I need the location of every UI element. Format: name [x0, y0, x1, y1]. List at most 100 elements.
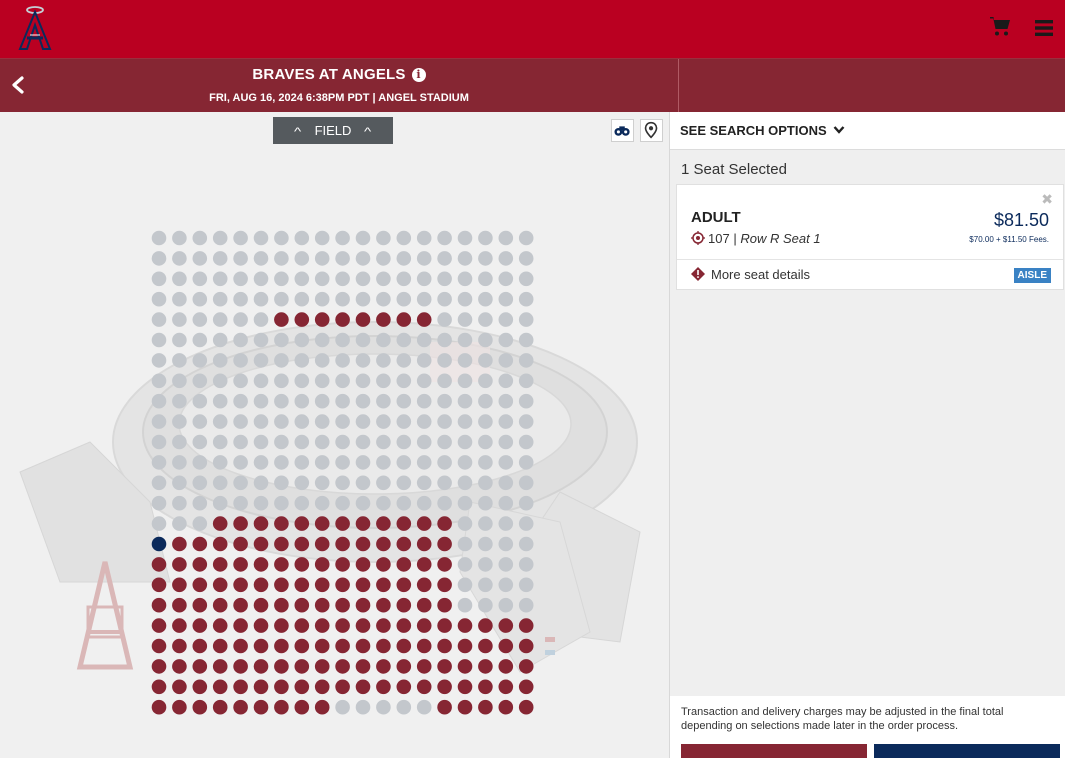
- seat-available[interactable]: [498, 699, 514, 715]
- seat-available[interactable]: [457, 638, 473, 654]
- seat-available[interactable]: [376, 557, 391, 572]
- seat-available[interactable]: [335, 577, 350, 593]
- seat-available[interactable]: [253, 536, 269, 552]
- seat-available[interactable]: [314, 699, 330, 715]
- seat-available[interactable]: [233, 679, 248, 695]
- seat-available[interactable]: [253, 516, 269, 531]
- seat-available[interactable]: [172, 577, 187, 593]
- seat-available[interactable]: [274, 618, 289, 633]
- seat-available[interactable]: [151, 577, 167, 593]
- close-icon[interactable]: ✖: [1041, 191, 1053, 208]
- seat-available[interactable]: [253, 699, 269, 715]
- seat-available[interactable]: [355, 516, 371, 531]
- seat-available[interactable]: [355, 597, 371, 613]
- seat-available[interactable]: [335, 536, 350, 552]
- seat-available[interactable]: [151, 638, 167, 654]
- seat-available[interactable]: [437, 618, 452, 633]
- seat-available[interactable]: [253, 577, 269, 593]
- seat-available[interactable]: [212, 536, 228, 552]
- seat-available[interactable]: [192, 659, 208, 674]
- seat-available[interactable]: [478, 638, 493, 654]
- seat-available[interactable]: [335, 618, 350, 633]
- seat-available[interactable]: [437, 659, 452, 674]
- seat-available[interactable]: [192, 638, 208, 654]
- seat-available[interactable]: [212, 679, 228, 695]
- seat-available[interactable]: [518, 659, 534, 674]
- seat-available[interactable]: [396, 618, 412, 633]
- seat-available[interactable]: [416, 659, 432, 674]
- seat-available[interactable]: [437, 638, 452, 654]
- seat-available[interactable]: [355, 312, 371, 327]
- seat-available[interactable]: [498, 638, 514, 654]
- seat-grid[interactable]: [0, 112, 669, 758]
- seat-available[interactable]: [172, 618, 187, 633]
- seat-available[interactable]: [233, 618, 248, 633]
- seat-available[interactable]: [274, 659, 289, 674]
- seat-available[interactable]: [233, 597, 248, 613]
- seat-available[interactable]: [314, 638, 330, 654]
- seat-available[interactable]: [437, 536, 452, 552]
- seat-available[interactable]: [294, 577, 310, 593]
- seat-available[interactable]: [376, 516, 391, 531]
- seat-available[interactable]: [396, 679, 412, 695]
- seat-available[interactable]: [437, 557, 452, 572]
- seat-available[interactable]: [151, 699, 167, 715]
- seat-available[interactable]: [335, 638, 350, 654]
- seat-available[interactable]: [253, 659, 269, 674]
- seat-available[interactable]: [294, 597, 310, 613]
- seat-available[interactable]: [212, 659, 228, 674]
- seat-available[interactable]: [416, 312, 432, 327]
- seat-available[interactable]: [376, 659, 391, 674]
- seat-available[interactable]: [437, 679, 452, 695]
- seat-available[interactable]: [335, 659, 350, 674]
- seat-available[interactable]: [253, 618, 269, 633]
- seat-available[interactable]: [416, 577, 432, 593]
- seat-available[interactable]: [151, 557, 167, 572]
- seat-available[interactable]: [192, 577, 208, 593]
- seat-available[interactable]: [294, 679, 310, 695]
- primary-action-button[interactable]: [681, 744, 867, 758]
- seat-available[interactable]: [192, 679, 208, 695]
- seat-available[interactable]: [314, 312, 330, 327]
- seat-available[interactable]: [518, 638, 534, 654]
- search-options-toggle[interactable]: SEE SEARCH OPTIONS: [670, 112, 1065, 150]
- seat-available[interactable]: [314, 597, 330, 613]
- more-seat-details-link[interactable]: More seat details: [691, 267, 810, 282]
- seat-available[interactable]: [396, 638, 412, 654]
- seat-available[interactable]: [396, 557, 412, 572]
- seat-available[interactable]: [478, 699, 493, 715]
- seat-available[interactable]: [212, 516, 228, 531]
- seat-available[interactable]: [212, 638, 228, 654]
- seat-available[interactable]: [212, 618, 228, 633]
- seat-available[interactable]: [253, 597, 269, 613]
- seat-available[interactable]: [314, 618, 330, 633]
- seat-available[interactable]: [314, 516, 330, 531]
- seat-available[interactable]: [151, 659, 167, 674]
- seat-available[interactable]: [518, 679, 534, 695]
- seat-available[interactable]: [294, 659, 310, 674]
- seat-available[interactable]: [437, 699, 452, 715]
- seat-available[interactable]: [294, 699, 310, 715]
- seat-available[interactable]: [457, 679, 473, 695]
- seat-available[interactable]: [376, 536, 391, 552]
- seat-available[interactable]: [314, 557, 330, 572]
- seat-available[interactable]: [294, 638, 310, 654]
- seat-available[interactable]: [314, 536, 330, 552]
- seat-available[interactable]: [376, 597, 391, 613]
- seat-available[interactable]: [416, 679, 432, 695]
- seat-available[interactable]: [396, 597, 412, 613]
- seat-available[interactable]: [294, 516, 310, 531]
- seat-available[interactable]: [416, 516, 432, 531]
- seat-available[interactable]: [416, 638, 432, 654]
- seat-selected[interactable]: [151, 536, 167, 552]
- seat-available[interactable]: [376, 618, 391, 633]
- seat-available[interactable]: [274, 577, 289, 593]
- seat-available[interactable]: [233, 536, 248, 552]
- angels-logo[interactable]: [16, 5, 54, 51]
- seat-available[interactable]: [355, 577, 371, 593]
- seat-available[interactable]: [478, 659, 493, 674]
- seat-available[interactable]: [274, 699, 289, 715]
- seat-available[interactable]: [355, 618, 371, 633]
- seat-available[interactable]: [376, 577, 391, 593]
- seat-available[interactable]: [172, 699, 187, 715]
